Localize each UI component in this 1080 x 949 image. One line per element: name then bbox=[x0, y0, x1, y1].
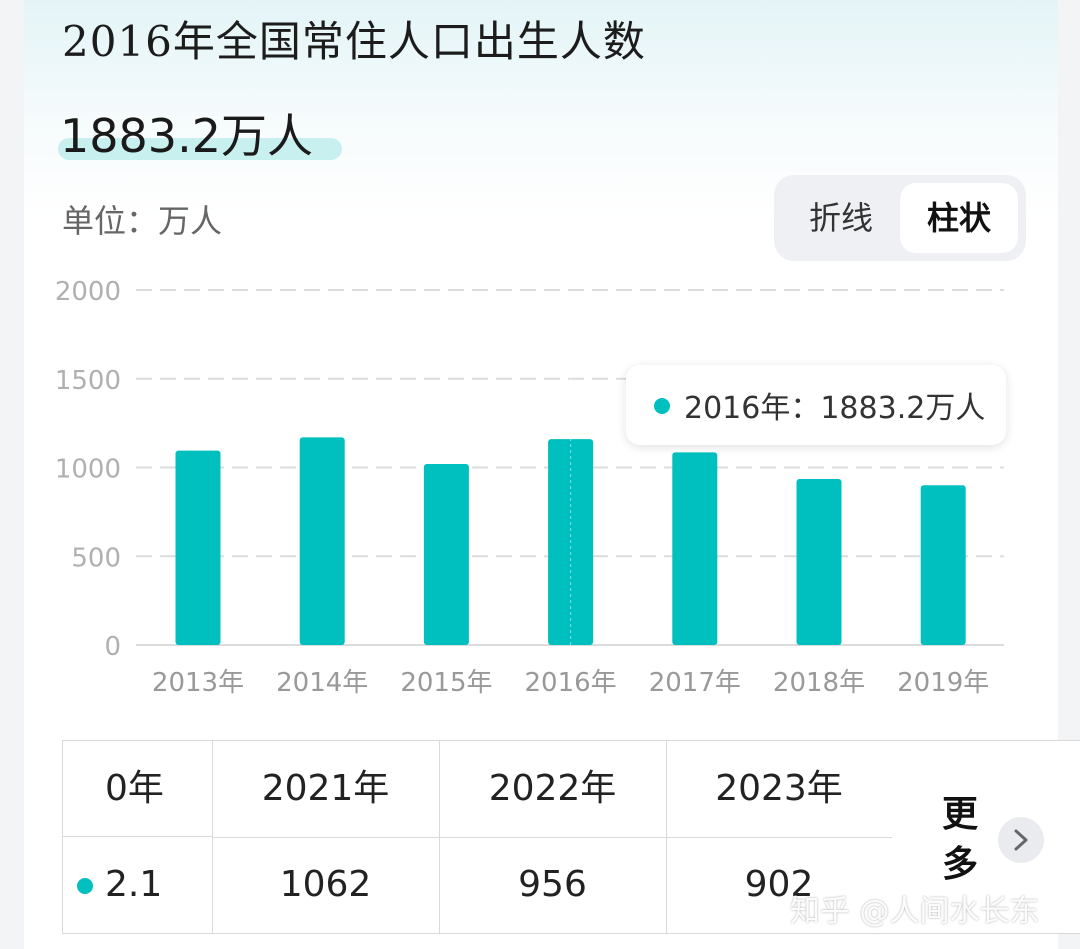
series-dot bbox=[77, 878, 93, 894]
bar bbox=[299, 437, 345, 645]
chart-type-toggle: 折线 柱状 bbox=[774, 175, 1026, 261]
y-tick-label: 1000 bbox=[55, 455, 121, 485]
bar bbox=[796, 479, 842, 645]
x-tick-label: 2015年 bbox=[400, 668, 492, 698]
watermark: 知乎 @人间水长东 bbox=[790, 894, 1040, 929]
table-value-cell: 956 bbox=[518, 864, 587, 905]
page-title: 2016年全国常住人口出生人数 bbox=[62, 17, 646, 66]
toggle-line-option[interactable]: 折线 bbox=[782, 183, 900, 253]
tooltip-text: 2016年：1883.2万人 bbox=[684, 391, 986, 426]
tooltip-legend-dot bbox=[654, 398, 670, 414]
table-header-cell: 2021年 bbox=[212, 741, 439, 838]
chevron-right-icon bbox=[1014, 829, 1028, 851]
y-tick-label: 1500 bbox=[55, 366, 121, 396]
table-value-cell: 1062 bbox=[279, 864, 372, 905]
table-header-cell: 0年 bbox=[63, 741, 212, 837]
x-tick-label: 2014年 bbox=[276, 668, 368, 698]
y-tick-label: 0 bbox=[104, 632, 121, 662]
unit-label: 单位：万人 bbox=[62, 202, 223, 240]
chart-tooltip: 2016年：1883.2万人 bbox=[626, 365, 1006, 445]
x-tick-label: 2016年 bbox=[525, 668, 617, 698]
table-header-cell: 2022年 bbox=[439, 741, 666, 838]
bar bbox=[920, 485, 966, 645]
y-tick-label: 2000 bbox=[55, 277, 121, 307]
bar bbox=[175, 450, 221, 645]
bar bbox=[423, 463, 469, 645]
x-tick-label: 2018年 bbox=[773, 668, 865, 698]
more-label[interactable]: 更多 bbox=[942, 789, 986, 889]
bar-chart: 0 500 1000 1500 2000 2013年 2014年 2015年 2016年 2017… bbox=[55, 277, 1004, 698]
table-header-cell: 2023年 bbox=[666, 741, 892, 838]
table-column: 2021年 1062 bbox=[212, 741, 440, 933]
x-tick-label: 2019年 bbox=[897, 668, 989, 698]
more-button[interactable] bbox=[998, 817, 1044, 863]
bar bbox=[672, 452, 718, 645]
headline-value: 1883.2万人 bbox=[60, 109, 313, 163]
y-tick-label: 500 bbox=[71, 543, 121, 573]
x-tick-label: 2017年 bbox=[649, 668, 741, 698]
table-column: 0年 2.1 bbox=[63, 741, 213, 933]
table-column: 2022年 956 bbox=[439, 741, 667, 933]
toggle-bar-option[interactable]: 柱状 bbox=[900, 183, 1018, 253]
x-tick-label: 2013年 bbox=[152, 668, 244, 698]
